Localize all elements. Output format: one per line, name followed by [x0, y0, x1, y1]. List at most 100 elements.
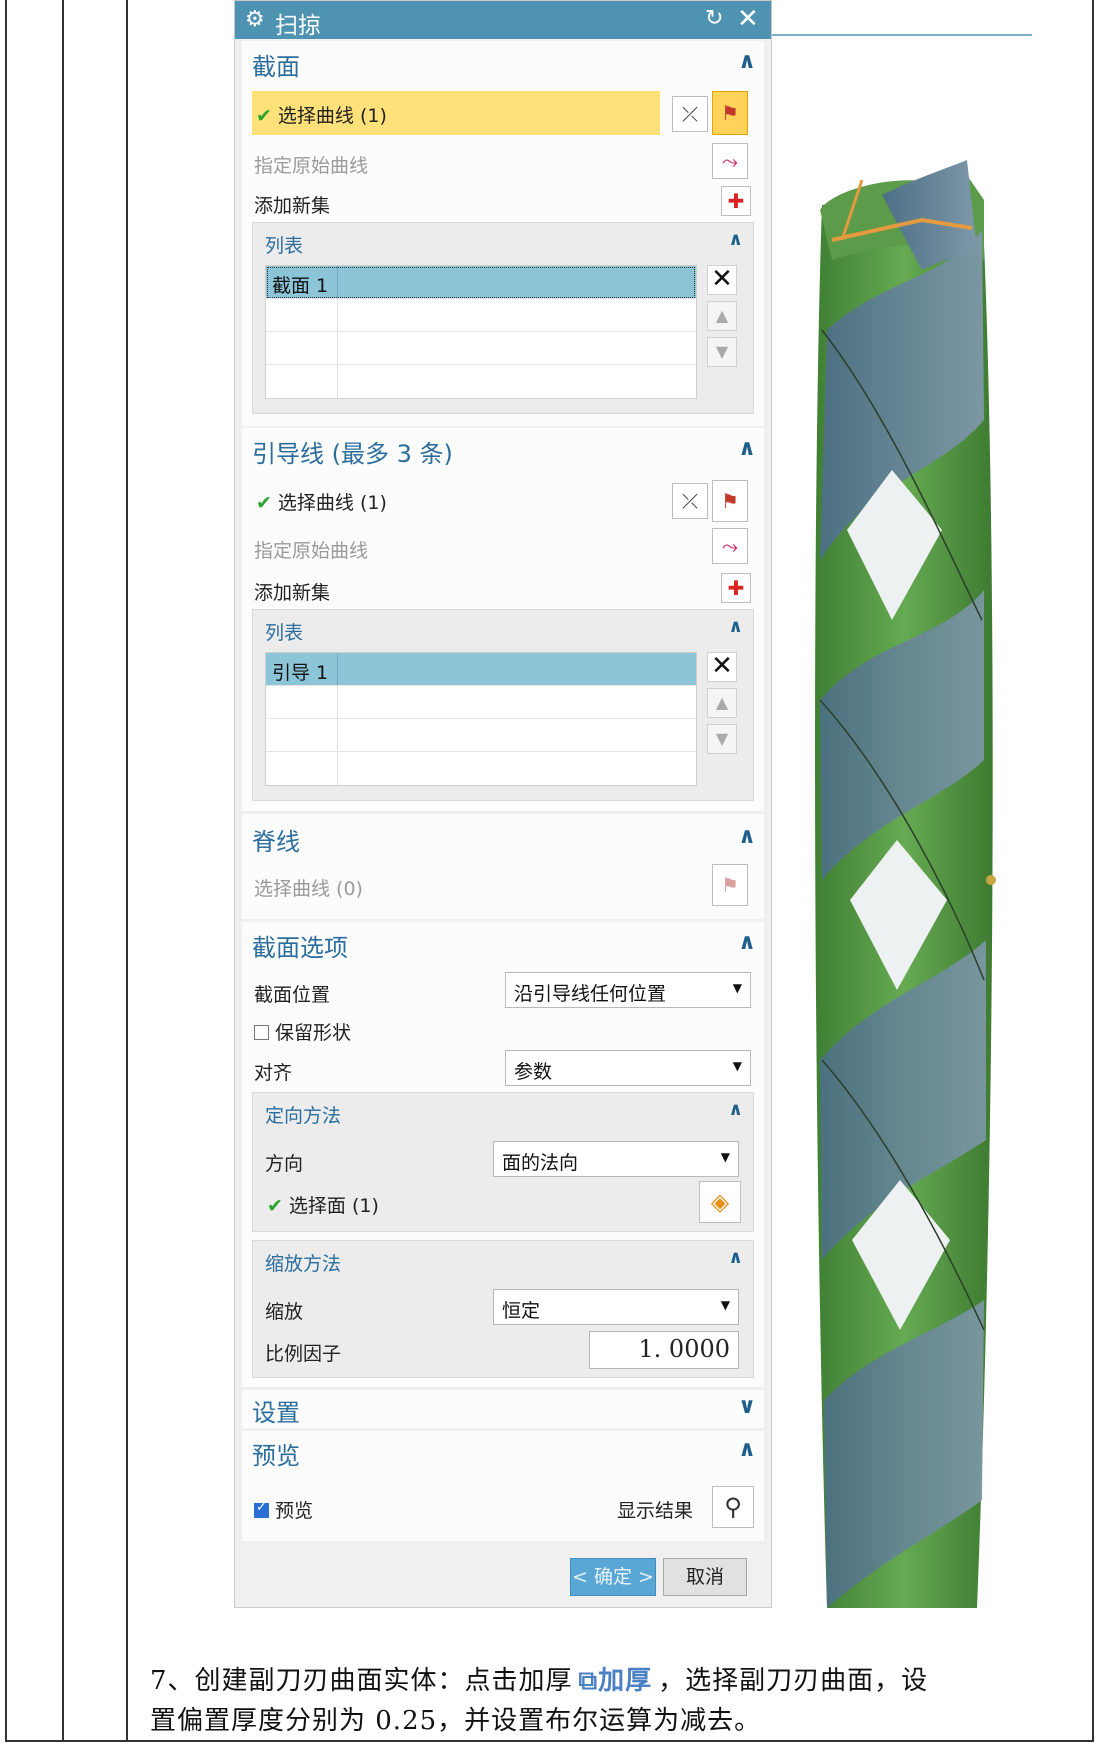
dropdown-arrow-icon: ▼: [720, 1150, 730, 1164]
table-column-divider: [126, 0, 128, 1742]
select-curve-flag-icon[interactable]: ⚑: [712, 864, 748, 906]
move-up-icon[interactable]: ▲: [707, 688, 737, 718]
scale-select[interactable]: 恒定 ▼: [493, 1289, 739, 1325]
list-item[interactable]: [266, 686, 696, 719]
guide-point: [986, 875, 996, 885]
scale-factor-input[interactable]: 1. 0000: [589, 1331, 739, 1369]
add-new-set-label: 添加新集: [254, 195, 331, 217]
orientation-subsection: 定向方法 ∧ 方向 面的法向 ▼ ✔ 选择面 (1) ◈: [252, 1092, 754, 1232]
add-new-set-icon[interactable]: ✚: [721, 186, 751, 216]
preview-checkbox[interactable]: 预览: [254, 1496, 313, 1523]
select-face-label: 选择面 (1): [288, 1195, 379, 1217]
step-caption-line1: 7、创建副刀刃曲面实体：点击加厚 ⧉加厚 ，选择副刀刃曲面，设: [150, 1660, 928, 1697]
section-position-select[interactable]: 沿引导线任何位置 ▼: [505, 972, 751, 1008]
origin-curve-icon[interactable]: ⤳: [712, 528, 748, 564]
check-icon: ✔: [267, 1195, 283, 1217]
close-icon[interactable]: ✕: [737, 4, 759, 34]
guides-panel: 引导线 (最多 3 条) ∧ ✔ 选择曲线 (1) ⤫ ⚑ 指定原始曲线 ⤳ 添加…: [242, 428, 764, 811]
step-caption-line2: 置偏置厚度分别为 0.25，并设置布尔运算为减去。: [150, 1706, 762, 1736]
list-item[interactable]: 引导 1: [266, 653, 696, 686]
move-down-icon[interactable]: ▼: [707, 724, 737, 754]
dropdown-arrow-icon: ▼: [720, 1298, 730, 1312]
select-curve-label: 选择曲线 (0): [254, 878, 363, 900]
chevron-up-icon[interactable]: ∧: [728, 1099, 743, 1120]
select-section-curve-row[interactable]: ✔ 选择曲线 (1): [252, 91, 660, 135]
chevron-up-icon[interactable]: ∧: [728, 616, 743, 637]
list-item[interactable]: [266, 752, 696, 785]
table-column-divider: [62, 0, 64, 1742]
curve-rule-icon[interactable]: ⤫: [672, 96, 708, 132]
preserve-shape-checkbox[interactable]: 保留形状: [254, 1018, 351, 1045]
specify-origin-curve-label: 指定原始曲线: [254, 155, 369, 177]
scale-factor-label: 比例因子: [265, 1343, 342, 1365]
align-select[interactable]: 参数 ▼: [505, 1050, 751, 1086]
chevron-up-icon[interactable]: ∧: [728, 1247, 743, 1268]
dropdown-arrow-icon: ▼: [732, 981, 742, 995]
specify-origin-curve-label: 指定原始曲线: [254, 540, 369, 562]
origin-curve-icon[interactable]: ⤳: [712, 143, 748, 179]
add-new-set-icon[interactable]: ✚: [721, 573, 751, 603]
guides-list: 引导 1: [265, 652, 697, 786]
list-item[interactable]: 截面 1: [266, 266, 696, 299]
spine-panel: 脊线 ∧ 选择曲线 (0) ⚑: [242, 814, 764, 919]
section-panel: 截面 ∧ ✔ 选择曲线 (1) ⤫ ⚑ 指定原始曲线 ⤳ 添加新集 ✚ 列表 ∧ …: [242, 41, 764, 426]
chevron-up-icon[interactable]: ∧: [738, 436, 756, 461]
chevron-down-icon[interactable]: ∨: [738, 1394, 756, 1419]
direction-select[interactable]: 面的法向 ▼: [493, 1141, 739, 1177]
list-subsection: 列表 ∧ 引导 1 ✕ ▲ ▼: [252, 609, 754, 801]
section-options-panel: 截面选项 ∧ 截面位置 沿引导线任何位置 ▼ 保留形状 对齐 参数 ▼ 定向方法 ∧…: [242, 922, 764, 1387]
scaling-subsection: 缩放方法 ∧ 缩放 恒定 ▼ 比例因子 1. 0000: [252, 1240, 754, 1378]
sweep-dialog: ⚙ 扫掠 ↻ ✕ 截面 ∧ ✔ 选择曲线 (1) ⤫ ⚑ 指定原始曲线 ⤳ 添加新…: [234, 0, 772, 1608]
preview-panel: 预览 ∧ 预览 显示结果 ⚲: [242, 1431, 764, 1541]
list-title: 列表: [265, 235, 304, 257]
cube-face-icon[interactable]: ◈: [699, 1181, 741, 1223]
chevron-up-icon[interactable]: ∧: [738, 1437, 756, 1462]
list-item[interactable]: [266, 299, 696, 332]
remove-icon[interactable]: ✕: [707, 652, 737, 682]
scale-label: 缩放: [265, 1301, 304, 1323]
move-down-icon[interactable]: ▼: [707, 337, 737, 367]
chevron-up-icon[interactable]: ∧: [738, 49, 756, 74]
spine-title: 脊线: [252, 828, 300, 856]
thicken-icon: ⧉加厚: [578, 1666, 653, 1696]
list-subsection: 列表 ∧ 截面 1 ✕ ▲ ▼: [252, 222, 754, 414]
select-curve-flag-icon[interactable]: ⚑: [712, 480, 748, 522]
settings-panel[interactable]: 设置 ∨: [242, 1390, 764, 1428]
guides-title: 引导线 (最多 3 条): [252, 440, 453, 468]
section-title: 截面: [252, 53, 300, 81]
section-position-label: 截面位置: [254, 984, 331, 1006]
curve-rule-icon[interactable]: ⤫: [672, 483, 708, 519]
twisted-blade-3d-view[interactable]: [772, 0, 1072, 1608]
direction-label: 方向: [265, 1153, 304, 1175]
chevron-up-icon[interactable]: ∧: [738, 930, 756, 955]
add-new-set-label: 添加新集: [254, 582, 331, 604]
check-icon: ✔: [256, 105, 272, 127]
remove-icon[interactable]: ✕: [707, 265, 737, 295]
orientation-title: 定向方法: [265, 1105, 342, 1127]
section-options-title: 截面选项: [252, 934, 348, 962]
section-list: 截面 1: [265, 265, 697, 399]
select-curve-label: 选择曲线 (1): [277, 105, 387, 127]
check-icon: ✔: [256, 492, 272, 514]
align-label: 对齐: [254, 1062, 293, 1084]
ok-button[interactable]: < 确定 >: [570, 1558, 656, 1596]
list-item[interactable]: [266, 332, 696, 365]
settings-title: 设置: [252, 1399, 300, 1427]
gear-icon[interactable]: ⚙: [245, 7, 265, 32]
move-up-icon[interactable]: ▲: [707, 301, 737, 331]
dropdown-arrow-icon: ▼: [732, 1059, 742, 1073]
dialog-titlebar: ⚙ 扫掠 ↻ ✕: [235, 1, 771, 39]
preview-title: 预览: [252, 1442, 300, 1470]
list-item[interactable]: [266, 365, 696, 398]
cancel-button[interactable]: 取消: [663, 1558, 747, 1596]
chevron-up-icon[interactable]: ∧: [738, 824, 756, 849]
reset-icon[interactable]: ↻: [705, 6, 723, 31]
list-title: 列表: [265, 622, 304, 644]
chevron-up-icon[interactable]: ∧: [728, 229, 743, 250]
dialog-title: 扫掠: [275, 13, 321, 39]
scaling-title: 缩放方法: [265, 1253, 342, 1275]
list-item[interactable]: [266, 719, 696, 752]
select-curve-label: 选择曲线 (1): [277, 492, 387, 514]
select-curve-flag-icon[interactable]: ⚑: [712, 91, 748, 135]
magnifier-icon[interactable]: ⚲: [712, 1486, 754, 1528]
